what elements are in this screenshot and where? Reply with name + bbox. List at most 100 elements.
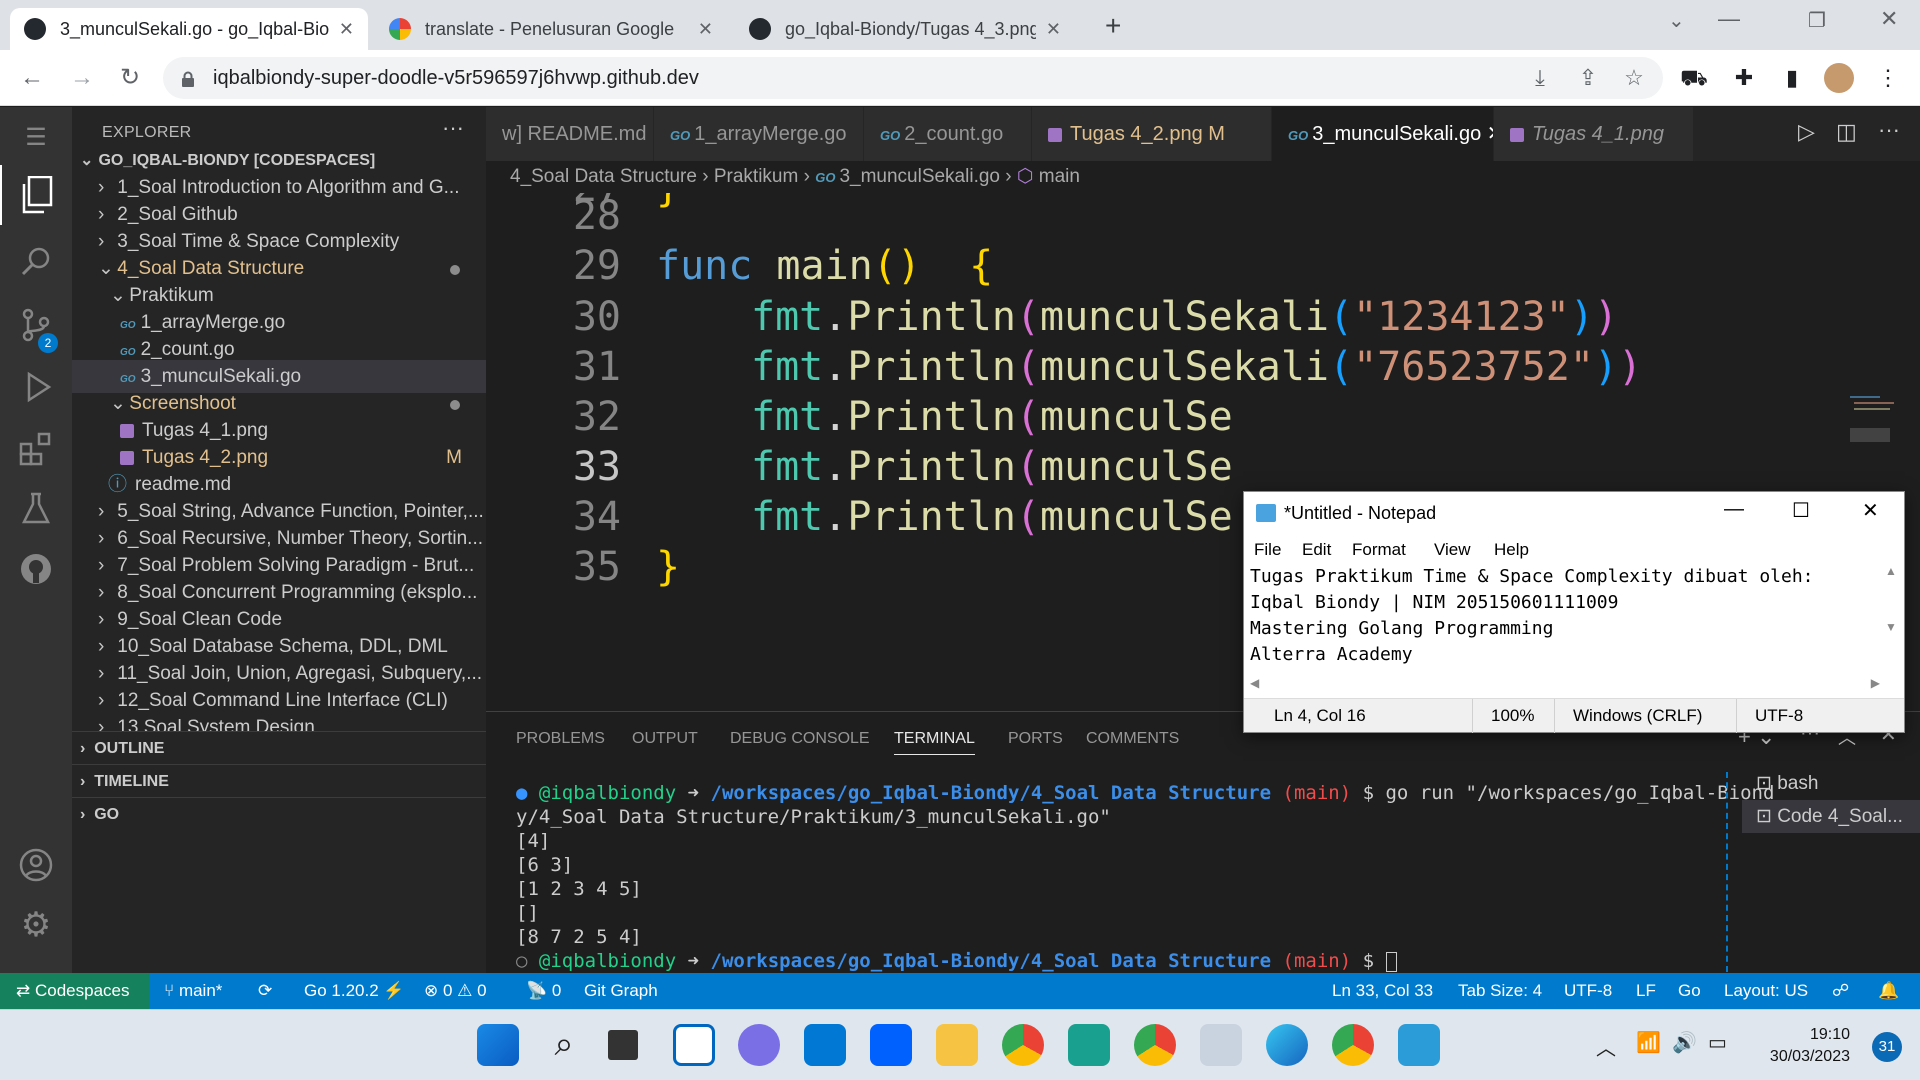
split-editor-icon[interactable]: ◫ [1836, 119, 1857, 145]
close-icon[interactable]: ✕ [698, 19, 713, 40]
avatar[interactable] [1824, 63, 1854, 93]
clock[interactable]: 19:10 30/03/2023 [1770, 1024, 1850, 1068]
tab-arraymerge[interactable]: GO 1_arrayMerge.go [654, 107, 864, 161]
tab-count[interactable]: GO 2_count.go [864, 107, 1032, 161]
github-icon[interactable] [0, 539, 72, 599]
volume-icon[interactable]: 🔊 [1672, 1030, 1697, 1055]
problems-indicator[interactable]: ⊗ 0 ⚠ 0 [424, 973, 487, 1009]
keyboard-layout[interactable]: Layout: US [1724, 973, 1808, 1009]
browser-tab[interactable]: translate - Penelusuran Google ✕ [375, 8, 727, 50]
windows-start-icon[interactable] [477, 1024, 519, 1066]
edge-icon[interactable] [1266, 1024, 1308, 1066]
bookmark-star-icon[interactable]: ☆ [1618, 62, 1650, 94]
side-panel-icon[interactable]: ▮ [1776, 62, 1808, 94]
settings-gear-icon[interactable]: ⚙ [0, 895, 72, 955]
store-icon[interactable] [804, 1024, 846, 1066]
git-graph-button[interactable]: Git Graph [584, 973, 658, 1009]
menu-edit[interactable]: Edit [1302, 540, 1331, 560]
install-icon[interactable]: ⤓ [1524, 62, 1556, 94]
maximize-icon[interactable]: ☐ [1792, 498, 1810, 523]
tab-tugas-4-2[interactable]: Tugas 4_2.png M [1032, 107, 1272, 161]
testing-flask-icon[interactable] [0, 479, 72, 539]
breadcrumb-item[interactable]: main [1039, 166, 1080, 187]
tab-size[interactable]: Tab Size: 4 [1458, 973, 1542, 1009]
minimize-icon[interactable]: — [1718, 6, 1740, 32]
tab-search-icon[interactable]: ⌄ [1668, 8, 1685, 33]
folder-item[interactable]: › 13 Soal System Design [72, 711, 486, 731]
app-icon[interactable] [1068, 1024, 1110, 1066]
run-debug-icon[interactable] [0, 357, 72, 417]
language-mode[interactable]: Go [1678, 973, 1701, 1009]
terminal-bash[interactable]: ⊡ bash [1742, 767, 1920, 800]
menu-file[interactable]: File [1254, 540, 1281, 560]
run-icon[interactable]: ▷ [1798, 119, 1815, 145]
notepad-taskbar-icon[interactable] [1398, 1024, 1440, 1066]
timeline-section[interactable]: › TIMELINE [72, 764, 486, 797]
extension-icon[interactable]: ⛟ [1678, 62, 1710, 94]
chrome-icon[interactable] [1134, 1024, 1176, 1066]
feedback-icon[interactable]: ☍ [1832, 973, 1849, 1009]
chrome-profile-icon[interactable] [1332, 1024, 1374, 1066]
notepad-window[interactable]: *Untitled - Notepad — ☐ ✕ File Edit Form… [1243, 491, 1905, 733]
notepad-text-area[interactable]: Tugas Praktikum Time & Space Complexity … [1250, 564, 1878, 668]
menu-help[interactable]: Help [1494, 540, 1529, 560]
remote-desktop-icon[interactable] [1200, 1024, 1242, 1066]
terminal-output[interactable]: ● @iqbalbiondy ➜ /workspaces/go_Iqbal-Bi… [516, 781, 1774, 973]
ports-indicator[interactable]: 📡 0 [526, 973, 561, 1009]
terminal-code[interactable]: ⊡ Code 4_Soal... [1742, 800, 1920, 833]
menu-icon[interactable]: ☰ [0, 107, 72, 167]
sync-icon[interactable]: ⟳ [258, 973, 272, 1009]
account-icon[interactable] [0, 835, 72, 895]
task-view-icon[interactable] [608, 1030, 638, 1060]
vertical-scrollbar[interactable]: ▲ ▼ [1880, 564, 1902, 674]
menu-view[interactable]: View [1434, 540, 1471, 560]
minimize-icon[interactable]: — [1724, 498, 1744, 521]
address-bar[interactable]: iqbalbiondy-super-doodle-v5r596597j6hvwp… [163, 57, 1663, 99]
new-tab-button[interactable]: + [1105, 10, 1121, 42]
file-explorer-icon[interactable] [936, 1024, 978, 1066]
back-icon[interactable]: ← [16, 62, 48, 94]
close-icon[interactable]: ✕ [339, 19, 354, 40]
chevron-up-icon[interactable]: ︿ [1596, 1032, 1616, 1061]
tab-comments[interactable]: COMMENTS [1086, 730, 1179, 748]
breadcrumb-item[interactable]: 3_munculSekali.go [839, 166, 1000, 187]
tab-munculsekali[interactable]: GO3_munculSekali.go ✕ [1272, 107, 1494, 161]
widgets-icon[interactable] [673, 1024, 715, 1066]
encoding[interactable]: UTF-8 [1564, 973, 1612, 1009]
wifi-icon[interactable]: 📶 [1636, 1030, 1661, 1055]
tab-readme[interactable]: w] README.md [486, 107, 654, 161]
menu-format[interactable]: Format [1352, 540, 1406, 560]
outline-section[interactable]: › OUTLINE [72, 731, 486, 764]
teams-chat-icon[interactable] [738, 1024, 780, 1066]
puzzle-icon[interactable]: ✚ [1728, 62, 1760, 94]
tab-problems[interactable]: PROBLEMS [516, 730, 605, 748]
battery-icon[interactable]: ▭ [1708, 1030, 1727, 1055]
notification-badge[interactable]: 31 [1872, 1032, 1902, 1062]
source-control-icon[interactable]: 2 [0, 295, 72, 355]
close-window-icon[interactable]: ✕ [1862, 498, 1879, 523]
tab-debug-console[interactable]: DEBUG CONSOLE [730, 730, 870, 748]
menu-kebab-icon[interactable]: ⋮ [1872, 62, 1904, 94]
eol[interactable]: LF [1636, 973, 1656, 1009]
dropbox-icon[interactable] [870, 1024, 912, 1066]
close-icon[interactable]: ✕ [1046, 19, 1061, 40]
forward-icon[interactable]: → [66, 62, 98, 94]
explorer-icon[interactable] [0, 165, 72, 225]
minimap[interactable] [1850, 388, 1900, 458]
cursor-position[interactable]: Ln 33, Col 33 [1332, 973, 1433, 1009]
tab-terminal[interactable]: TERMINAL [894, 730, 975, 755]
browser-tab[interactable]: go_Iqbal-Biondy/Tugas 4_3.png ✕ [735, 8, 1075, 50]
restore-icon[interactable]: ❐ [1808, 8, 1826, 33]
search-icon[interactable] [0, 231, 72, 291]
close-window-icon[interactable]: ✕ [1880, 6, 1898, 32]
go-section[interactable]: › GO [72, 797, 486, 830]
close-icon[interactable]: ✕ [1487, 123, 1493, 145]
tab-output[interactable]: OUTPUT [632, 730, 698, 748]
browser-tab-active[interactable]: 3_munculSekali.go - go_Iqbal-Bio ✕ [10, 8, 368, 50]
more-actions-icon[interactable]: ··· [442, 115, 464, 141]
branch-indicator[interactable]: ⑂ main* [164, 973, 222, 1009]
breadcrumb-item[interactable]: 4_Soal Data Structure [510, 166, 697, 187]
reload-icon[interactable]: ↻ [114, 62, 146, 94]
go-version[interactable]: Go 1.20.2 ⚡ [304, 973, 405, 1009]
share-icon[interactable]: ⇪ [1572, 62, 1604, 94]
